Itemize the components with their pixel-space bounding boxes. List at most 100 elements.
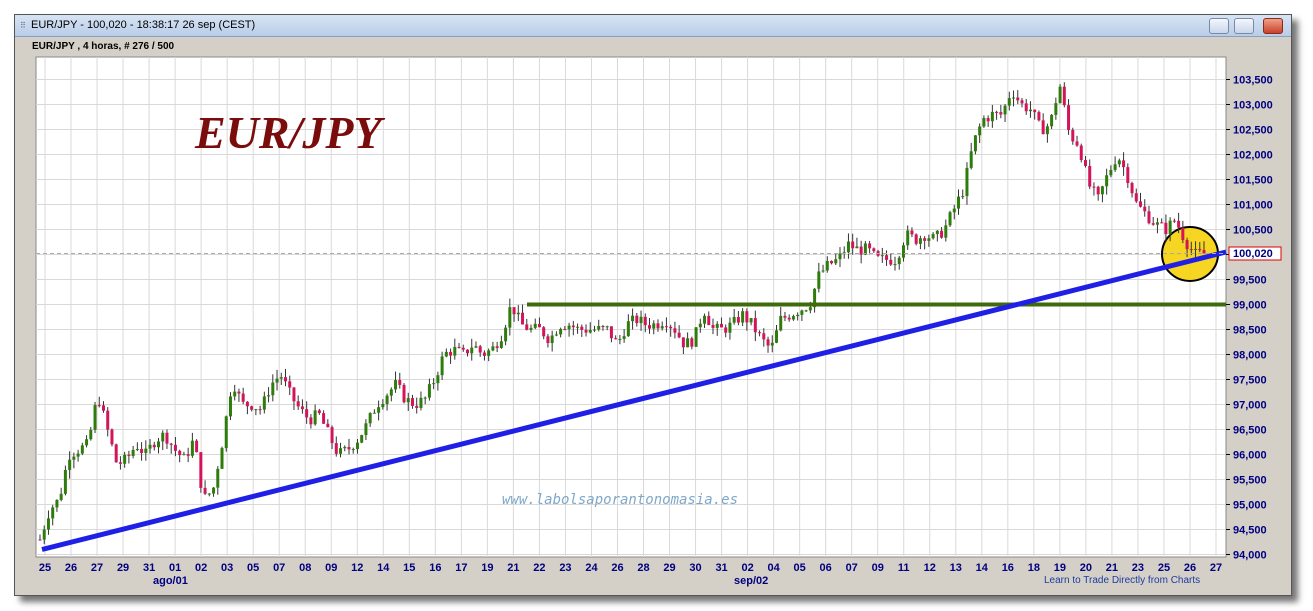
candle-down <box>885 255 889 260</box>
x-tick-label: 27 <box>1210 562 1222 574</box>
candle-up <box>796 314 800 317</box>
candle-down <box>787 317 791 320</box>
month-label-ago: ago/01 <box>153 575 188 587</box>
candle-up <box>228 396 232 417</box>
candle-down <box>546 336 550 344</box>
candle-up <box>927 238 931 241</box>
x-tick-label: 18 <box>1028 562 1040 574</box>
x-tick-label: 16 <box>429 562 441 574</box>
candle-up <box>207 493 211 495</box>
candle-up <box>779 315 783 331</box>
x-tick-label: 05 <box>794 562 806 574</box>
x-tick-label: 07 <box>846 562 858 574</box>
candle-up <box>42 529 46 540</box>
candle-up <box>897 257 901 265</box>
x-axis: 25 26 27 29 31 01 02 03 05 07 08 09 12 14 15 16 17 19 21 22… <box>39 562 1222 574</box>
candle-down <box>1189 249 1193 251</box>
y-tick-label: 94,500 <box>1233 525 1267 537</box>
x-tick-label: 02 <box>741 562 753 574</box>
candle-up <box>605 326 609 328</box>
candle-down <box>673 328 677 333</box>
candle-up <box>973 135 977 152</box>
candle-up <box>931 234 935 239</box>
candle-down <box>1024 103 1028 112</box>
candle-up <box>279 377 283 379</box>
candle-up <box>233 391 237 397</box>
candle-down <box>334 443 338 454</box>
candle-up <box>554 334 558 336</box>
candle-up <box>161 432 165 442</box>
x-tick-label: 30 <box>689 562 701 574</box>
candle-down <box>758 332 762 334</box>
candle-up <box>1105 175 1109 187</box>
y-tick-label: 94,000 <box>1233 550 1267 562</box>
learn-link[interactable]: Learn to Trade Directly from Charts <box>1044 575 1200 586</box>
candle-down <box>724 327 728 333</box>
candle-up <box>703 315 707 324</box>
y-tick-label: 97,500 <box>1233 375 1267 387</box>
candlestick-chart: EUR/JPY www.labolsaporantonomasia.es 94,… <box>35 56 1282 587</box>
candle-up <box>732 317 736 323</box>
candle-down <box>165 432 169 444</box>
candle-down <box>783 315 787 318</box>
candle-up <box>487 350 491 356</box>
candle-down <box>1164 222 1168 235</box>
candle-up <box>262 396 266 410</box>
candle-up <box>80 445 84 454</box>
candle-down <box>719 323 723 328</box>
x-tick-label: 20 <box>1080 562 1092 574</box>
x-tick-label: 23 <box>1132 562 1144 574</box>
candle-up <box>389 389 393 396</box>
candle-down <box>449 351 453 356</box>
candle-down <box>521 312 525 325</box>
candle-up <box>1194 248 1198 250</box>
candle-down <box>910 230 914 235</box>
candle-down <box>1092 186 1096 188</box>
candle-up <box>377 407 381 413</box>
candle-up <box>343 446 347 449</box>
y-tick-label: 98,500 <box>1233 325 1267 337</box>
candle-up <box>1054 103 1058 115</box>
x-tick-label: 15 <box>403 562 415 574</box>
candle-down <box>250 406 254 410</box>
candle-down <box>940 230 944 238</box>
candle-up <box>339 448 343 454</box>
candle-up <box>51 507 55 519</box>
candle-up <box>68 459 72 470</box>
candle-up <box>182 454 186 456</box>
candle-down <box>1198 248 1202 251</box>
candle-down <box>292 387 296 402</box>
candle-down <box>614 338 618 340</box>
candle-down <box>584 329 588 333</box>
y-tick-label: 100,500 <box>1233 225 1273 237</box>
x-tick-label: 29 <box>663 562 675 574</box>
candle-down <box>580 326 584 330</box>
candle-up <box>93 405 97 430</box>
candle-up <box>550 335 554 344</box>
candle-up <box>1012 97 1016 99</box>
candle-up <box>846 241 850 253</box>
candle-down <box>478 346 482 353</box>
candle-down <box>889 259 893 265</box>
candle-down <box>762 333 766 340</box>
candle-up <box>774 330 778 343</box>
y-tick-label: 98,000 <box>1233 350 1267 362</box>
candle-up <box>360 435 364 443</box>
candle-down <box>1079 145 1083 161</box>
candle-up <box>419 397 423 408</box>
candle-up <box>254 409 258 411</box>
candle-up <box>1168 220 1172 235</box>
y-tick-label: 96,000 <box>1233 450 1267 462</box>
candle-down <box>1041 120 1045 135</box>
candle-up <box>55 499 59 508</box>
candle-up <box>123 454 127 464</box>
candle-up <box>817 271 821 289</box>
x-tick-label: 24 <box>585 562 598 574</box>
candle-up <box>157 441 161 448</box>
candle-down <box>1130 183 1134 194</box>
candle-down <box>1134 193 1138 202</box>
candle-down <box>186 454 190 456</box>
candle-up <box>1113 164 1117 170</box>
candle-up <box>1045 126 1049 135</box>
x-tick-label: 01 <box>169 562 181 574</box>
